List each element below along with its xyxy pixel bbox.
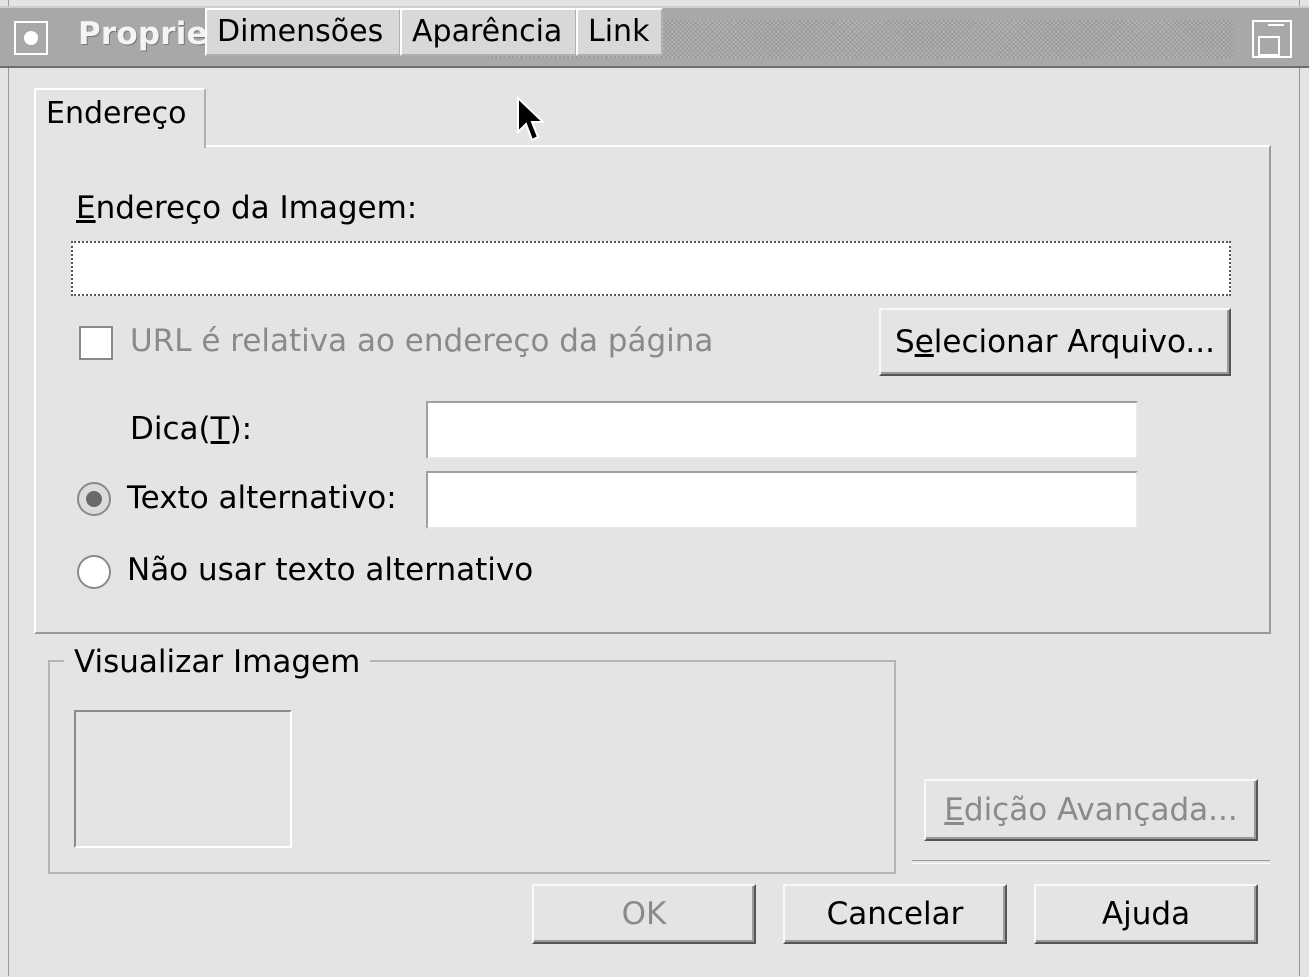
- tab-label: Link: [588, 14, 650, 49]
- tab-dimensoes[interactable]: Dimensões: [205, 8, 401, 56]
- tab-endereco[interactable]: Endereço: [34, 88, 206, 148]
- tab-label: Dimensões: [217, 14, 384, 49]
- alt-text-radio[interactable]: [77, 482, 111, 516]
- no-alt-text-label: Não usar texto alternativo: [127, 552, 534, 588]
- window-menu-icon[interactable]: [14, 21, 48, 55]
- image-address-label: Endereço da Imagem:: [76, 190, 418, 226]
- no-alt-text-radio[interactable]: [77, 555, 111, 589]
- maximize-icon[interactable]: [1252, 20, 1292, 58]
- tab-label: Endereço: [46, 96, 187, 131]
- cancel-button[interactable]: Cancelar: [783, 884, 1007, 944]
- image-preview-box: [74, 710, 292, 848]
- select-file-button[interactable]: Se lecionar Arquivo...: [879, 308, 1231, 376]
- ok-button[interactable]: OK: [532, 884, 756, 944]
- tooltip-label: Dica(T):: [130, 411, 253, 447]
- tab-label: Aparência: [412, 14, 563, 49]
- tab-aparencia[interactable]: Aparência: [400, 8, 577, 56]
- tab-link[interactable]: Link: [576, 8, 663, 56]
- help-button[interactable]: Ajuda: [1034, 884, 1258, 944]
- mouse-cursor-icon: [517, 96, 546, 142]
- relative-url-label: URL é relativa ao endereço da página: [130, 323, 714, 359]
- alt-text-input[interactable]: [426, 471, 1138, 529]
- tooltip-input[interactable]: [426, 401, 1138, 459]
- relative-url-checkbox[interactable]: [79, 326, 113, 360]
- image-address-input[interactable]: [71, 241, 1231, 296]
- image-preview-title: Visualizar Imagem: [64, 644, 371, 680]
- alt-text-label: Texto alternativo:: [127, 480, 397, 516]
- separator: [912, 860, 1270, 864]
- advanced-edit-button[interactable]: Edição Avançada...: [924, 779, 1258, 841]
